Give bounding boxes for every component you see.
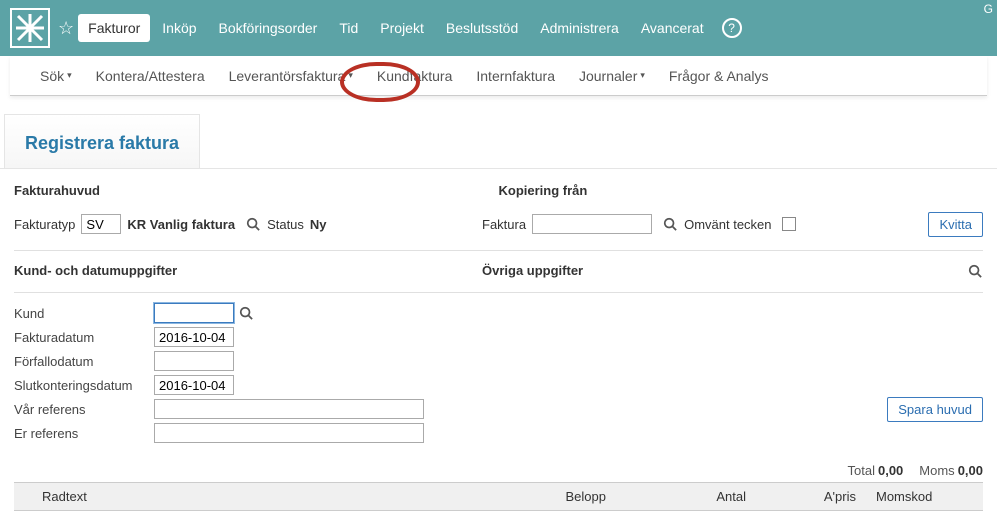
app-logo[interactable] (10, 8, 50, 48)
omvant-checkbox[interactable] (782, 217, 796, 231)
col-radtext[interactable]: Radtext (14, 483, 474, 510)
kund-input[interactable] (154, 303, 234, 323)
kvitta-button[interactable]: Kvitta (928, 212, 983, 237)
caret-down-icon: ▾ (640, 70, 645, 81)
topmenu-inkop[interactable]: Inköp (152, 14, 206, 42)
favorite-icon[interactable]: ☆ (58, 18, 74, 39)
total-label: Total (848, 463, 875, 478)
omvant-label: Omvänt tecken (684, 217, 771, 232)
submenu-internfaktura[interactable]: Internfaktura (466, 62, 565, 90)
section-kopiering: Kopiering från (499, 179, 984, 204)
varreferens-label: Vår referens (14, 402, 154, 417)
slutkonteringsdatum-label: Slutkonteringsdatum (14, 378, 154, 393)
fakturatyp-input[interactable] (81, 214, 121, 234)
moms-value: 0,00 (958, 463, 983, 478)
top-menu: Fakturor Inköp Bokföringsorder Tid Proje… (78, 14, 741, 42)
caret-down-icon: ▾ (67, 70, 72, 81)
moms-label: Moms (919, 463, 954, 478)
submenu-fragor-analys[interactable]: Frågor & Analys (659, 62, 779, 90)
topmenu-projekt[interactable]: Projekt (370, 14, 434, 42)
search-icon[interactable] (662, 216, 678, 232)
section-kund-datum: Kund- och datumuppgifter (14, 259, 474, 284)
table-header: Radtext Belopp Antal A'pris Momskod (14, 482, 983, 511)
topmenu-bokforingsorder[interactable]: Bokföringsorder (209, 14, 328, 42)
status-value: Ny (310, 217, 327, 232)
top-bar: ☆ Fakturor Inköp Bokföringsorder Tid Pro… (0, 0, 997, 56)
submenu-sok[interactable]: Sök▾ (30, 62, 82, 90)
col-belopp[interactable]: Belopp (474, 483, 614, 510)
submenu-leverantorsfaktura[interactable]: Leverantörsfaktura▾ (219, 62, 363, 90)
topmenu-administrera[interactable]: Administrera (530, 14, 629, 42)
fakturadatum-input[interactable] (154, 327, 234, 347)
search-icon[interactable] (967, 263, 983, 279)
fakturadatum-label: Fakturadatum (14, 330, 154, 345)
search-icon[interactable] (245, 216, 261, 232)
faktura-input[interactable] (532, 214, 652, 234)
topmenu-avancerat[interactable]: Avancerat (631, 14, 714, 42)
totals-row: Total0,00 Moms0,00 (0, 453, 997, 482)
submenu-label: Sök (40, 68, 64, 84)
submenu-kundfaktura[interactable]: Kundfaktura (367, 62, 463, 90)
sub-menu: Sök▾ Kontera/Attestera Leverantörsfaktur… (10, 56, 987, 96)
kund-label: Kund (14, 306, 154, 321)
fakturatyp-label: Fakturatyp (14, 217, 75, 232)
faktura-label: Faktura (482, 217, 526, 232)
total-value: 0,00 (878, 463, 903, 478)
col-momskod[interactable]: Momskod (864, 483, 983, 510)
section-fakturahuvud: Fakturahuvud (14, 179, 499, 204)
forfallodatum-input[interactable] (154, 351, 234, 371)
help-icon[interactable]: ? (722, 18, 742, 38)
topmenu-fakturor[interactable]: Fakturor (78, 14, 150, 42)
forfallodatum-label: Förfallodatum (14, 354, 154, 369)
col-antal[interactable]: Antal (614, 483, 754, 510)
caret-down-icon: ▾ (348, 70, 353, 81)
topmenu-tid[interactable]: Tid (329, 14, 368, 42)
corner-letter: G (984, 2, 993, 16)
submenu-label: Journaler (579, 68, 637, 84)
spara-huvud-button[interactable]: Spara huvud (887, 397, 983, 422)
topmenu-beslutsstod[interactable]: Beslutsstöd (436, 14, 528, 42)
varreferens-input[interactable] (154, 399, 424, 419)
search-icon[interactable] (238, 305, 254, 321)
page-title: Registrera faktura (4, 114, 200, 168)
col-apris[interactable]: A'pris (754, 483, 864, 510)
submenu-journaler[interactable]: Journaler▾ (569, 62, 655, 90)
fakturatyp-desc: KR Vanlig faktura (127, 217, 235, 232)
submenu-label: Leverantörsfaktura (229, 68, 346, 84)
status-label: Status (267, 217, 304, 232)
erreferens-label: Er referens (14, 426, 154, 441)
section-ovriga: Övriga uppgifter (482, 259, 983, 284)
slutkonteringsdatum-input[interactable] (154, 375, 234, 395)
submenu-kontera[interactable]: Kontera/Attestera (86, 62, 215, 90)
erreferens-input[interactable] (154, 423, 424, 443)
